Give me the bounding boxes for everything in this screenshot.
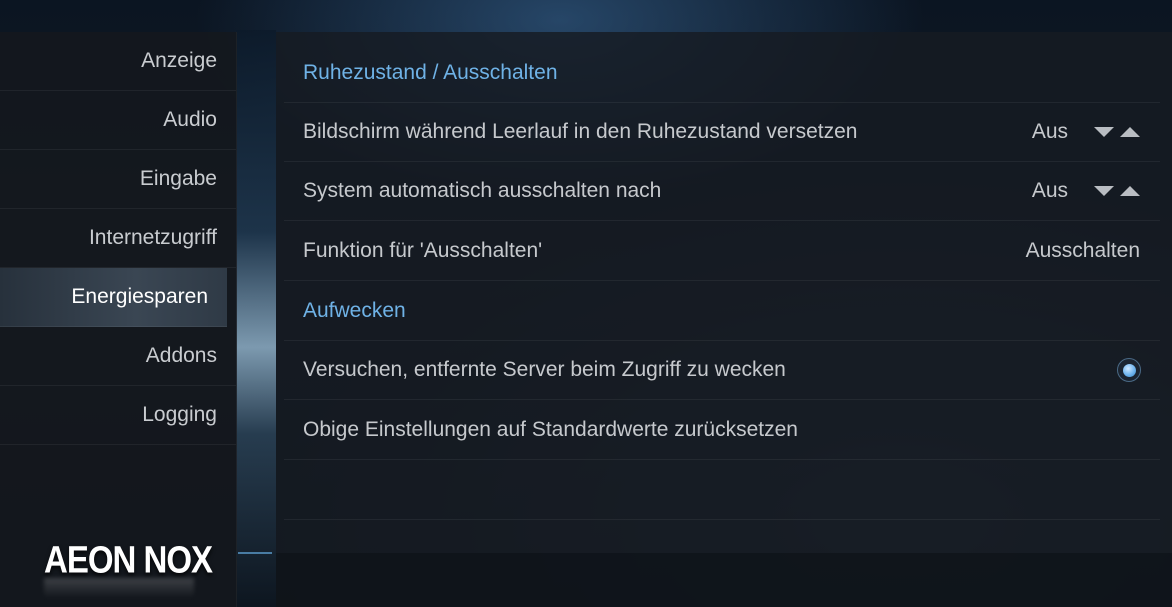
spinner-controls bbox=[1094, 186, 1140, 196]
radio-dot bbox=[1122, 363, 1136, 377]
setting-label: Funktion für 'Ausschalten' bbox=[303, 239, 543, 262]
section-header-label: Aufwecken bbox=[303, 299, 406, 322]
sidebar-item-internetzugriff[interactable]: Internetzugriff bbox=[0, 209, 236, 268]
aeon-nox-logo: AEON NOX bbox=[44, 538, 213, 581]
setting-row-wake-servers[interactable]: Versuchen, entfernte Server beim Zugriff… bbox=[284, 341, 1160, 400]
setting-value: Ausschalten bbox=[1025, 239, 1140, 262]
logo-reflection bbox=[44, 578, 194, 598]
horizon-line bbox=[238, 552, 272, 554]
sidebar-item-addons[interactable]: Addons bbox=[0, 327, 236, 386]
sidebar-item-energiesparen[interactable]: Energiesparen bbox=[0, 268, 227, 327]
setting-value: Aus bbox=[1031, 179, 1068, 202]
setting-label: Versuchen, entfernte Server beim Zugriff… bbox=[303, 358, 786, 381]
settings-list-panel: Ruhezustand / Ausschalten Bildschirm wäh… bbox=[276, 32, 1172, 607]
empty-row bbox=[284, 461, 1160, 520]
bottom-footer-bar bbox=[276, 553, 1172, 607]
sidebar-item-logging[interactable]: Logging bbox=[0, 386, 236, 445]
section-header-label: Ruhezustand / Ausschalten bbox=[303, 61, 558, 84]
sidebar-item-eingabe[interactable]: Eingabe bbox=[0, 150, 236, 209]
arrow-down-icon[interactable] bbox=[1094, 186, 1114, 196]
radio-on-icon[interactable] bbox=[1117, 358, 1141, 382]
setting-row-screensaver-sleep[interactable]: Bildschirm während Leerlauf in den Ruhez… bbox=[284, 103, 1160, 162]
spinner-controls bbox=[1094, 127, 1140, 137]
setting-label: System automatisch ausschalten nach bbox=[303, 179, 662, 202]
arrow-up-icon[interactable] bbox=[1120, 186, 1140, 196]
section-header-ruhezustand: Ruhezustand / Ausschalten bbox=[284, 44, 1160, 103]
setting-label: Obige Einstellungen auf Standardwerte zu… bbox=[303, 418, 798, 441]
sidebar-item-anzeige[interactable]: Anzeige bbox=[0, 32, 236, 91]
arrow-down-icon[interactable] bbox=[1094, 127, 1114, 137]
setting-row-reset-defaults[interactable]: Obige Einstellungen auf Standardwerte zu… bbox=[284, 401, 1160, 460]
background-earth-strip bbox=[236, 30, 276, 607]
section-header-aufwecken: Aufwecken bbox=[284, 282, 1160, 341]
setting-value: Aus bbox=[1031, 120, 1068, 143]
settings-category-sidebar: Anzeige Audio Eingabe Internetzugriff En… bbox=[0, 32, 237, 607]
setting-row-shutdown-function[interactable]: Funktion für 'Ausschalten' Ausschalten bbox=[284, 222, 1160, 281]
setting-row-auto-shutdown[interactable]: System automatisch ausschalten nach Aus bbox=[284, 162, 1160, 221]
setting-label: Bildschirm während Leerlauf in den Ruhez… bbox=[303, 120, 858, 143]
arrow-up-icon[interactable] bbox=[1120, 127, 1140, 137]
sidebar-item-audio[interactable]: Audio bbox=[0, 91, 236, 150]
